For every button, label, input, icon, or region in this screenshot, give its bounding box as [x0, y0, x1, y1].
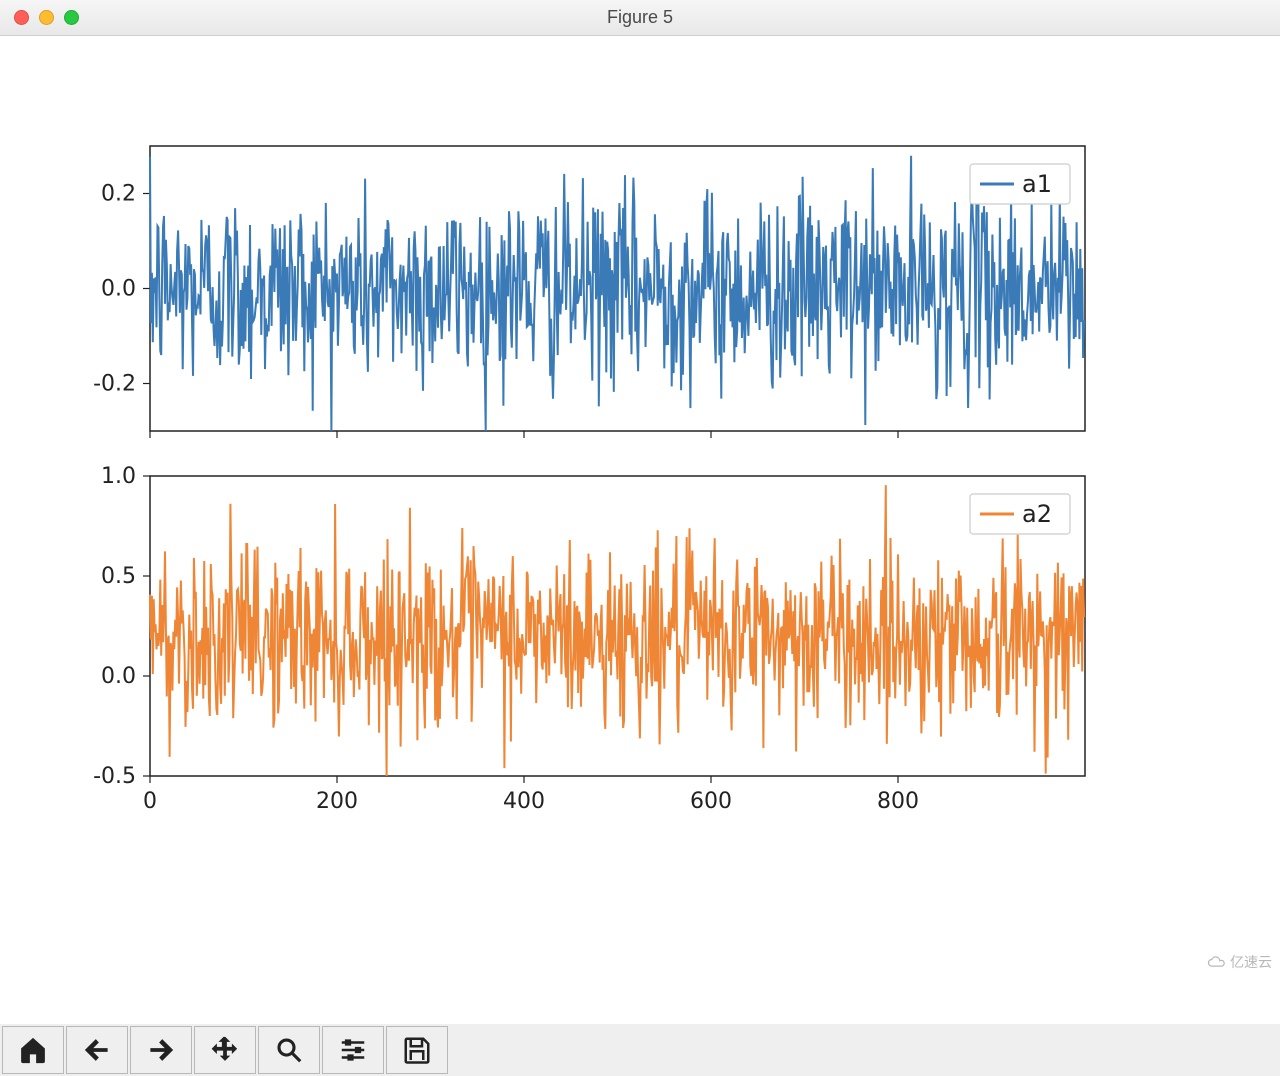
svg-text:0.0: 0.0	[101, 277, 136, 302]
search-icon	[274, 1035, 304, 1065]
home-button[interactable]	[2, 1026, 64, 1074]
svg-text:0: 0	[143, 789, 157, 814]
svg-text:0.0: 0.0	[101, 664, 136, 689]
save-button[interactable]	[386, 1026, 448, 1074]
figure-canvas[interactable]: -0.2 0.0 0.2 a1 -0.5 0.0 0.5 1.0 0 200 400 600 800 a2…	[0, 36, 1280, 1026]
watermark-text: 亿速云	[1230, 952, 1272, 972]
arrow-right-icon	[146, 1035, 176, 1065]
svg-text:-0.2: -0.2	[93, 372, 136, 397]
svg-text:600: 600	[690, 789, 732, 814]
forward-button[interactable]	[130, 1026, 192, 1074]
window-title: Figure 5	[0, 7, 1280, 28]
save-icon	[402, 1035, 432, 1065]
svg-text:800: 800	[877, 789, 919, 814]
maximize-icon[interactable]	[64, 10, 79, 25]
watermark: 亿速云	[1206, 952, 1272, 972]
chart-svg: -0.2 0.0 0.2 a1 -0.5 0.0 0.5 1.0 0 200 400 600 800 a2	[0, 36, 1280, 976]
sliders-icon	[338, 1035, 368, 1065]
zoom-button[interactable]	[258, 1026, 320, 1074]
svg-text:-0.5: -0.5	[93, 764, 136, 789]
traffic-lights	[0, 10, 79, 25]
svg-text:400: 400	[503, 789, 545, 814]
matplotlib-toolbar	[0, 1024, 1280, 1076]
svg-text:200: 200	[316, 789, 358, 814]
svg-text:a1: a1	[1022, 170, 1052, 198]
minimize-icon[interactable]	[39, 10, 54, 25]
cloud-icon	[1206, 955, 1226, 969]
pan-button[interactable]	[194, 1026, 256, 1074]
svg-text:a2: a2	[1022, 500, 1052, 528]
home-icon	[18, 1035, 48, 1065]
close-icon[interactable]	[14, 10, 29, 25]
back-button[interactable]	[66, 1026, 128, 1074]
configure-button[interactable]	[322, 1026, 384, 1074]
svg-text:1.0: 1.0	[101, 464, 136, 489]
svg-text:0.2: 0.2	[101, 182, 136, 207]
svg-text:0.5: 0.5	[101, 564, 136, 589]
window-titlebar: Figure 5	[0, 0, 1280, 36]
arrow-left-icon	[82, 1035, 112, 1065]
move-icon	[210, 1035, 240, 1065]
